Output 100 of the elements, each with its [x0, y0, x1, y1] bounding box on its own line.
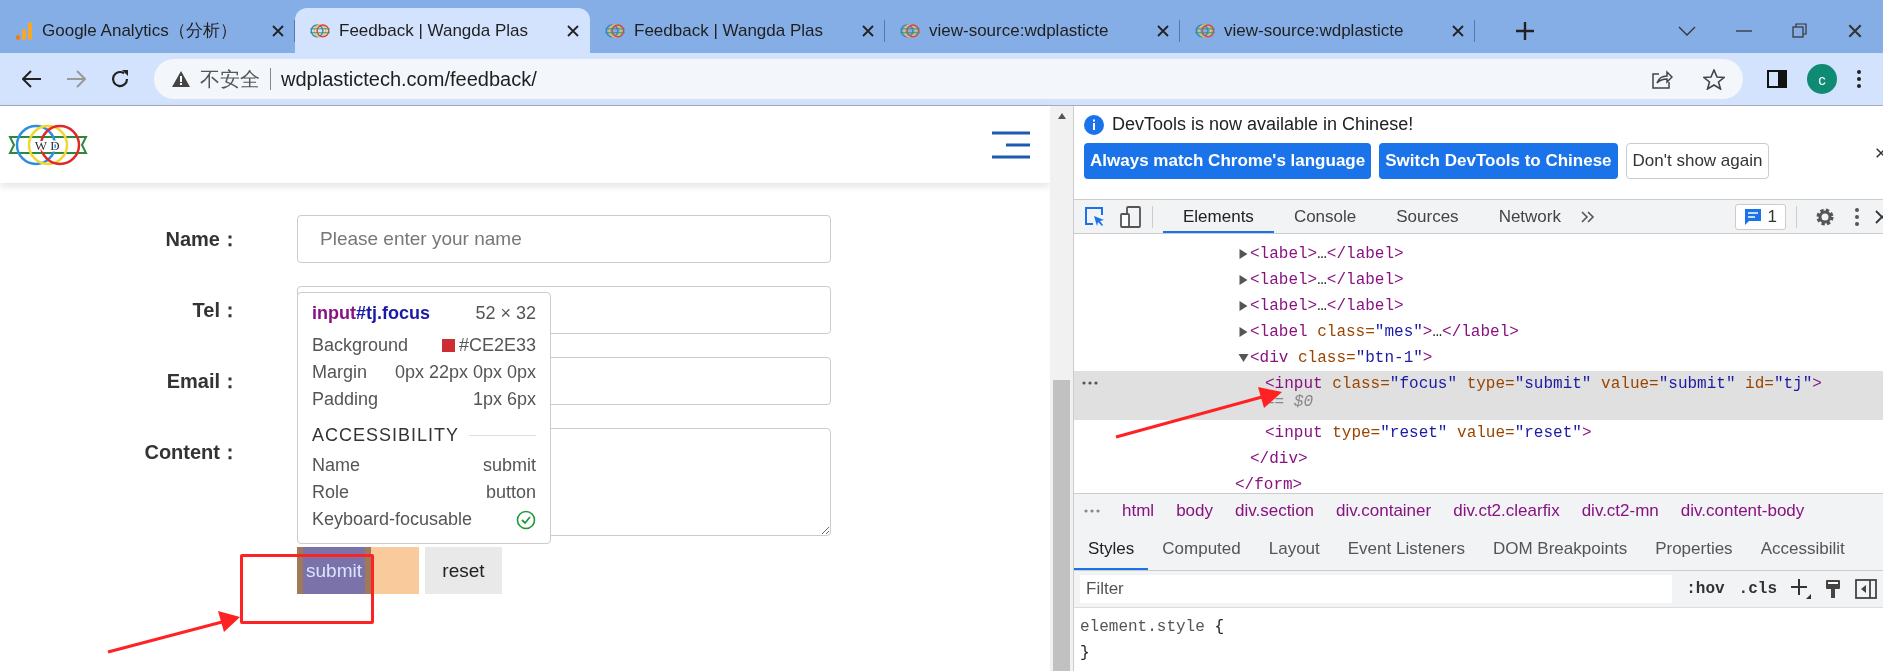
notice-button[interactable]: Switch DevTools to Chinese — [1379, 143, 1618, 179]
code-line[interactable]: <label>…</label> — [1250, 297, 1404, 316]
menu-icon[interactable] — [992, 130, 1030, 159]
star-icon[interactable] — [1703, 68, 1725, 90]
chevron-down-icon[interactable] — [1678, 25, 1696, 36]
more-icon[interactable] — [1084, 509, 1100, 514]
browser-tab[interactable]: view-source:wdplasticte — [885, 8, 1180, 53]
breadcrumb-link[interactable]: html — [1122, 501, 1155, 522]
rings-icon — [1194, 21, 1216, 40]
styles-tab[interactable]: Event Listeners — [1333, 528, 1479, 570]
url-text: wdplastictech.com/feedback/ — [281, 67, 538, 91]
code-line[interactable]: <label>…</label> — [1250, 245, 1404, 264]
section-title: ACCESSIBILITY — [312, 425, 460, 446]
devtools-tab[interactable]: Elements — [1163, 200, 1274, 234]
styles-tab[interactable]: Accessibilit — [1746, 528, 1859, 570]
brace-text: } — [1080, 644, 1090, 662]
close-icon[interactable] — [1875, 209, 1883, 224]
property-name: Name — [312, 454, 360, 477]
browser-tab[interactable]: view-source:wdplasticte — [1180, 8, 1475, 53]
styles-tab[interactable]: Computed — [1148, 528, 1255, 570]
rings-icon — [309, 21, 331, 40]
input-field[interactable]: Please enter your name — [297, 215, 831, 263]
reset-button[interactable]: reset — [424, 547, 502, 594]
breadcrumb-link[interactable]: div.content-body — [1680, 501, 1805, 522]
browser-tab[interactable]: Google Analytics（分析） — [0, 8, 295, 53]
close-icon[interactable] — [566, 23, 580, 38]
toggle-button[interactable]: :hov — [1686, 579, 1725, 598]
selector-text: input#tj.focus — [312, 303, 430, 324]
notice-text: DevTools is now available in Chinese! — [1112, 114, 1414, 135]
rings-icon — [899, 21, 921, 40]
code-line[interactable]: <div class="btn-1"> — [1250, 349, 1433, 368]
breadcrumb-link[interactable]: div.container — [1336, 501, 1432, 522]
back-arrow-icon[interactable] — [22, 70, 42, 88]
expand-triangle-icon[interactable] — [1237, 327, 1250, 338]
devtools-tab[interactable]: Console — [1273, 200, 1377, 234]
brace-text: { — [1214, 618, 1225, 636]
profile-button[interactable]: c — [1807, 64, 1837, 94]
minimize-icon[interactable] — [1736, 29, 1752, 32]
issues-button[interactable]: 1 — [1734, 203, 1786, 230]
expand-triangle-icon[interactable] — [1237, 353, 1250, 364]
bar-chart-icon — [14, 20, 34, 41]
toggle-button[interactable]: .cls — [1738, 579, 1777, 598]
double-chevron-icon[interactable] — [1581, 210, 1595, 223]
styles-tab[interactable]: Layout — [1254, 528, 1334, 570]
css-selector: element.style — [1080, 618, 1205, 636]
sidebar-toggle-icon[interactable] — [1855, 578, 1877, 599]
filter-field[interactable]: Filter — [1080, 574, 1673, 603]
close-icon[interactable] — [1847, 22, 1863, 39]
property-name: Background — [312, 334, 409, 357]
scrollbar[interactable] — [1050, 106, 1073, 671]
inspect-icon[interactable] — [1084, 205, 1106, 228]
close-icon[interactable] — [1156, 23, 1170, 38]
property-value: #CE2E33 — [458, 334, 536, 357]
property-name: Margin — [312, 361, 368, 384]
side-panel-icon[interactable] — [1767, 70, 1787, 88]
plus-icon[interactable] — [1515, 21, 1535, 41]
styles-tab[interactable]: Properties — [1641, 528, 1747, 570]
security-label: 不安全 — [200, 66, 260, 92]
code-line[interactable]: <input type="reset" value="reset"> — [1265, 424, 1592, 443]
property-name: Role — [312, 481, 350, 504]
devtools-tab[interactable]: Sources — [1376, 200, 1479, 234]
field-label: Email： — [165, 369, 240, 394]
devtools-tab[interactable]: Network — [1478, 200, 1581, 234]
menu-icon[interactable] — [1855, 207, 1859, 226]
scroll-up-arrow-icon[interactable] — [1056, 112, 1067, 120]
browser-tab[interactable]: Feedback | Wangda Plas — [590, 8, 885, 53]
styles-tab[interactable]: Styles — [1074, 528, 1149, 570]
close-icon[interactable] — [861, 23, 875, 38]
field-label: Name： — [164, 227, 240, 252]
property-value: button — [485, 481, 536, 504]
more-icon[interactable] — [1082, 381, 1098, 386]
reload-icon[interactable] — [110, 69, 130, 89]
device-icon[interactable] — [1120, 205, 1142, 228]
browser-tab[interactable]: Feedback | Wangda Plas — [295, 8, 590, 53]
property-name: Keyboard-focusable — [312, 508, 473, 531]
code-line[interactable]: <label class="mes">…</label> — [1250, 323, 1519, 342]
breadcrumb-link[interactable]: div.section — [1235, 501, 1315, 522]
notice-button[interactable]: Don't show again — [1625, 143, 1770, 179]
code-line: </div> — [1250, 450, 1308, 469]
plus-icon[interactable] — [1791, 578, 1811, 599]
warning-icon[interactable] — [172, 71, 190, 87]
breadcrumb-link[interactable]: div.ct2.clearfix — [1453, 501, 1560, 522]
close-icon[interactable] — [271, 23, 285, 38]
menu-icon[interactable] — [1857, 70, 1861, 88]
paint-roller-icon[interactable] — [1825, 578, 1841, 599]
share-icon[interactable] — [1651, 69, 1673, 89]
breadcrumb-link[interactable]: body — [1176, 501, 1213, 522]
expand-triangle-icon[interactable] — [1237, 275, 1250, 286]
expand-triangle-icon[interactable] — [1237, 249, 1250, 260]
restore-icon[interactable] — [1792, 23, 1807, 38]
notice-button[interactable]: Always match Chrome's language — [1084, 143, 1372, 179]
expand-triangle-icon[interactable] — [1237, 301, 1250, 312]
breadcrumb-link[interactable]: div.ct2-mn — [1581, 501, 1659, 522]
close-icon[interactable] — [1451, 23, 1465, 38]
property-value: submit — [483, 454, 536, 477]
styles-tab[interactable]: DOM Breakpoints — [1478, 528, 1642, 570]
info-icon — [1084, 114, 1104, 135]
settings-icon[interactable] — [1815, 206, 1835, 227]
code-line[interactable]: <label>…</label> — [1250, 271, 1404, 290]
address-bar[interactable]: 不安全 wdplastictech.com/feedback/ — [154, 59, 1743, 99]
